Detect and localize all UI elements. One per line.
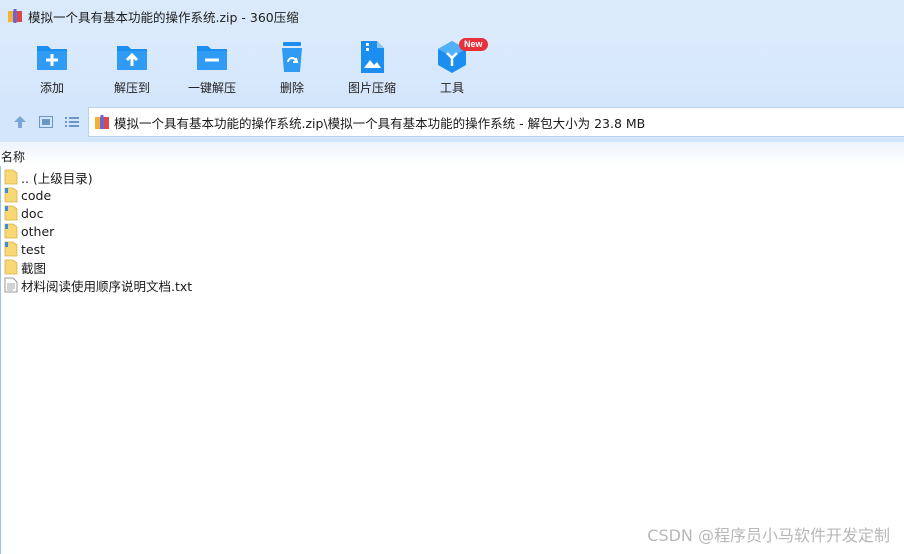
- list-view-button[interactable]: [63, 113, 81, 131]
- folder-icon: [4, 169, 18, 185]
- list-item-name: code: [21, 187, 52, 203]
- address-path: 模拟一个具有基本功能的操作系统.zip\模拟一个具有基本功能的操作系统 - 解包…: [114, 115, 646, 131]
- text-file-icon: [4, 277, 18, 293]
- one-click-extract-button[interactable]: 一键解压: [177, 40, 247, 98]
- archive-file-icon: [95, 115, 109, 129]
- folder-icon: [4, 205, 18, 221]
- one-click-extract-label: 一键解压: [187, 81, 236, 95]
- file-list: .. (上级目录) code doc other test 截图 材料阅读使用顺…: [0, 168, 904, 294]
- delete-button[interactable]: 删除: [257, 40, 327, 98]
- list-item-name: test: [21, 241, 46, 257]
- add-label: 添加: [39, 81, 64, 95]
- add-button[interactable]: 添加: [17, 40, 87, 98]
- list-view-icon: [65, 117, 79, 127]
- list-item-name: other: [21, 223, 55, 239]
- go-up-button[interactable]: [11, 113, 29, 131]
- image-compress-label: 图片压缩: [347, 81, 396, 95]
- toolbar: 添加 解压到 一键解压 删除 图片压缩 New 工具: [0, 32, 904, 102]
- image-compress-button[interactable]: 图片压缩: [337, 40, 407, 98]
- watermark: CSDN @程序员小马软件开发定制: [647, 526, 890, 545]
- list-item-name: 截图: [21, 260, 47, 276]
- tools-button[interactable]: New 工具: [417, 38, 488, 98]
- list-item-name: 材料阅读使用顺序说明文档.txt: [21, 278, 193, 294]
- tools-label: 工具: [439, 81, 464, 95]
- list-item-doc[interactable]: doc: [0, 204, 904, 222]
- recycle-bin-icon: [282, 42, 302, 72]
- list-item-name: .. (上级目录): [21, 170, 93, 186]
- add-folder-icon: [37, 46, 67, 70]
- address-bar[interactable]: 模拟一个具有基本功能的操作系统.zip\模拟一个具有基本功能的操作系统 - 解包…: [88, 107, 904, 137]
- list-item-parent[interactable]: .. (上级目录): [0, 168, 904, 186]
- one-click-extract-icon: [197, 46, 227, 70]
- thumbnail-view-button[interactable]: [37, 113, 55, 131]
- folder-icon: [4, 259, 18, 275]
- folder-icon: [4, 223, 18, 239]
- image-compress-icon: [361, 41, 384, 73]
- thumbnail-view-icon: [39, 116, 53, 128]
- list-header: 名称: [0, 142, 904, 166]
- title-bar: 模拟一个具有基本功能的操作系统.zip - 360压缩: [0, 0, 904, 32]
- arrow-up-icon: [14, 116, 26, 128]
- folder-icon: [4, 241, 18, 257]
- new-badge: New: [459, 38, 488, 51]
- list-item-name: doc: [21, 205, 44, 221]
- delete-label: 删除: [279, 81, 304, 95]
- extract-to-button[interactable]: 解压到: [97, 40, 167, 98]
- list-item-screenshots[interactable]: 截图: [0, 258, 904, 276]
- column-header-name[interactable]: 名称: [1, 148, 25, 165]
- extract-to-label: 解压到: [113, 81, 150, 95]
- list-item-readme-txt[interactable]: 材料阅读使用顺序说明文档.txt: [0, 276, 904, 294]
- list-item-other[interactable]: other: [0, 222, 904, 240]
- extract-to-icon: [117, 46, 147, 70]
- list-item-test[interactable]: test: [0, 240, 904, 258]
- folder-icon: [4, 187, 18, 203]
- navigation-bar: 模拟一个具有基本功能的操作系统.zip\模拟一个具有基本功能的操作系统 - 解包…: [0, 102, 904, 142]
- window-title: 模拟一个具有基本功能的操作系统.zip - 360压缩: [28, 9, 299, 25]
- list-item-code[interactable]: code: [0, 186, 904, 204]
- archive-app-icon: [8, 9, 22, 23]
